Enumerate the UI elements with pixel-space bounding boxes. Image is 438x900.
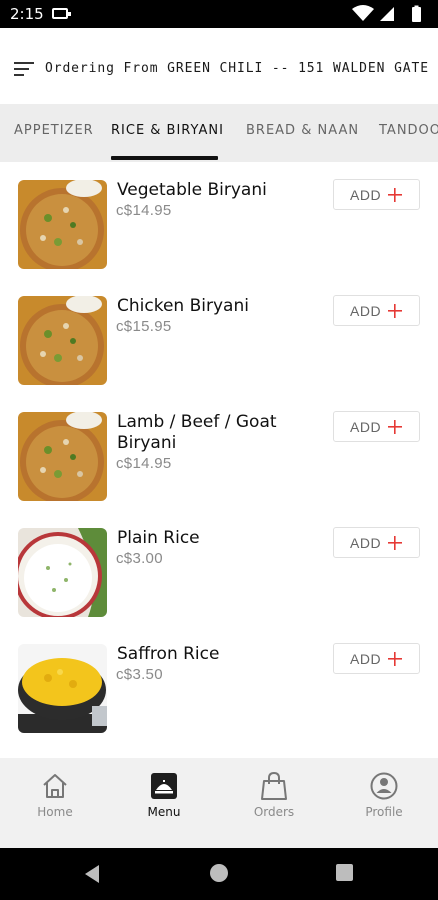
item-price: c$14.95: [116, 202, 172, 219]
system-nav-bar: [0, 848, 438, 900]
plus-icon: [388, 420, 402, 434]
nav-menu[interactable]: Menu: [109, 758, 219, 848]
add-label: ADD: [350, 187, 382, 203]
biryani-image: [18, 296, 107, 385]
plus-icon: [388, 652, 402, 666]
plus-icon: [388, 188, 402, 202]
item-price: c$14.95: [116, 455, 172, 472]
recent-apps-icon[interactable]: [336, 864, 353, 881]
nav-orders[interactable]: Orders: [219, 758, 329, 848]
menu-item[interactable]: Vegetable Biryani c$14.95 ADD: [0, 162, 438, 278]
biryani-image: [18, 412, 107, 501]
item-name: Vegetable Biryani: [117, 180, 267, 200]
add-button[interactable]: ADD: [333, 411, 420, 442]
add-button[interactable]: ADD: [333, 643, 420, 674]
plain-rice-image: [18, 528, 107, 617]
plus-icon: [388, 536, 402, 550]
item-price: c$15.95: [116, 318, 172, 335]
menu-list: Vegetable Biryani c$14.95 ADD Chicken Bi…: [0, 162, 438, 758]
tab-bread-naan[interactable]: BREAD & NAAN: [246, 123, 359, 138]
menu-item[interactable]: Plain Rice c$3.00 ADD: [0, 510, 438, 626]
saffron-rice-image: [18, 644, 107, 733]
nav-orders-label: Orders: [253, 805, 295, 819]
tab-appetizer[interactable]: APPETIZER: [14, 123, 94, 138]
add-button[interactable]: ADD: [333, 527, 420, 558]
nav-home[interactable]: Home: [0, 758, 110, 848]
menu-item[interactable]: Lamb / Beef / Goat Biryani c$14.95 ADD: [0, 394, 438, 510]
status-time: 2:15: [10, 5, 44, 23]
wifi-icon: [352, 5, 374, 21]
menu-item[interactable]: Chicken Biryani c$15.95 ADD: [0, 278, 438, 394]
profile-icon: [370, 772, 398, 800]
plus-icon: [388, 304, 402, 318]
ordering-from-location[interactable]: Ordering From GREEN CHILI -- 151 WALDEN …: [45, 61, 430, 76]
add-label: ADD: [350, 651, 382, 667]
item-name: Lamb / Beef / Goat Biryani: [117, 412, 277, 453]
tab-tandoori[interactable]: TANDOORI: [379, 123, 438, 138]
tab-rice-biryani[interactable]: RICE & BIRYANI: [111, 123, 224, 138]
nav-profile[interactable]: Profile: [329, 758, 438, 848]
back-icon[interactable]: [83, 864, 101, 884]
category-tabs: APPETIZER RICE & BIRYANI BREAD & NAAN TA…: [0, 104, 438, 162]
bottom-nav: Home Menu Orders Profile: [0, 758, 438, 848]
nav-profile-label: Profile: [365, 805, 403, 819]
menu-tray-icon: [151, 773, 177, 799]
add-label: ADD: [350, 419, 382, 435]
add-button[interactable]: ADD: [333, 295, 420, 326]
menu-item[interactable]: Saffron Rice c$3.50 ADD: [0, 626, 438, 742]
biryani-image: [18, 180, 107, 269]
sim-card-icon: [52, 8, 71, 19]
nav-home-label: Home: [37, 805, 73, 819]
add-button[interactable]: ADD: [333, 179, 420, 210]
status-icons: [352, 5, 421, 22]
home-icon: [43, 774, 67, 798]
item-price: c$3.00: [116, 550, 163, 567]
battery-icon: [412, 7, 421, 22]
menu-lines-icon[interactable]: [14, 61, 36, 77]
item-price: c$3.50: [116, 666, 163, 683]
app-header: Ordering From GREEN CHILI -- 151 WALDEN …: [0, 28, 438, 104]
item-name: Chicken Biryani: [117, 296, 249, 316]
add-label: ADD: [350, 535, 382, 551]
shopping-bag-icon: [261, 772, 287, 800]
active-tab-indicator: [111, 156, 218, 160]
nav-menu-label: Menu: [147, 805, 181, 819]
add-label: ADD: [350, 303, 382, 319]
item-name: Plain Rice: [117, 528, 200, 548]
item-name: Saffron Rice: [117, 644, 220, 664]
home-circle-icon[interactable]: [210, 864, 228, 882]
status-bar: 2:15: [0, 0, 438, 28]
signal-icon: [380, 7, 394, 21]
